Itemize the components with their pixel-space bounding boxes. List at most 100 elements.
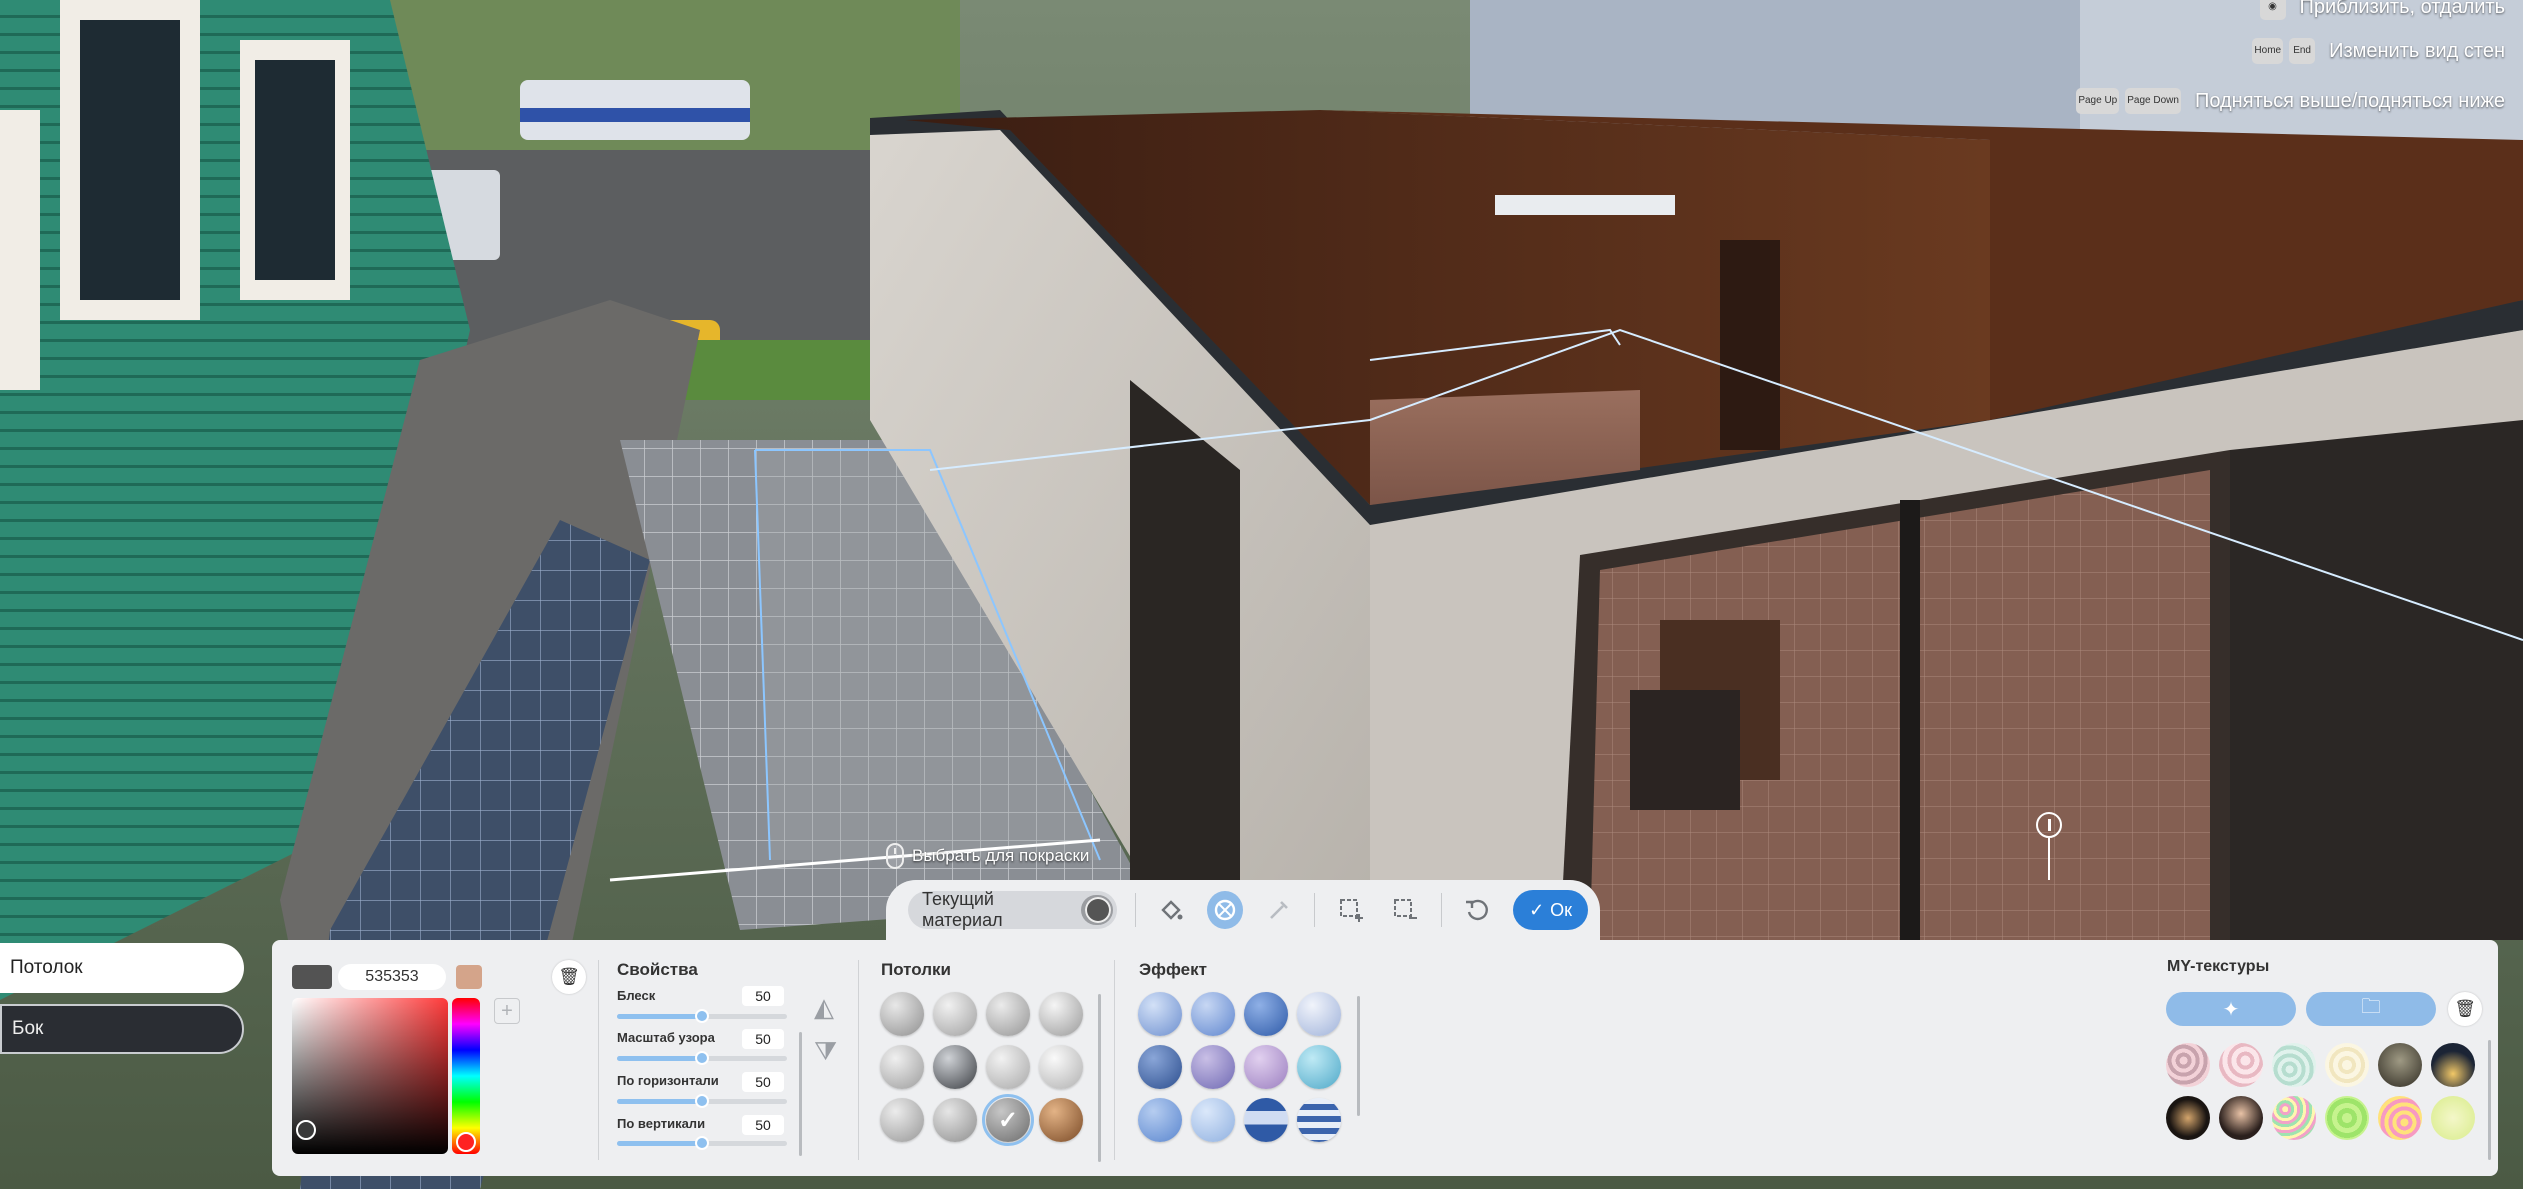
picker-handle[interactable]: [296, 1120, 316, 1140]
current-material-toggle[interactable]: Текущий материал: [908, 889, 1117, 930]
gloss-slider[interactable]: [617, 1009, 787, 1023]
texture-thumb-11[interactable]: [2378, 1096, 2422, 1140]
ceiling-material-2[interactable]: [933, 992, 977, 1036]
color-picker-area[interactable]: [292, 998, 448, 1154]
location-pin-icon[interactable]: [2036, 812, 2062, 838]
divider: [1440, 893, 1442, 927]
vertical-label: По вертикали: [617, 1116, 706, 1131]
ceiling-material-4[interactable]: [1039, 992, 1083, 1036]
sparkle-icon: ✦: [2222, 998, 2240, 1021]
page-up-key: Page Up: [2076, 88, 2120, 114]
page-down-key: Page Down: [2125, 88, 2181, 114]
vertical-value[interactable]: 50: [742, 1115, 784, 1135]
ceiling-material-12[interactable]: [1039, 1098, 1083, 1142]
divider: [1114, 960, 1115, 1160]
divider: [1314, 893, 1316, 927]
effect-7[interactable]: [1244, 1045, 1288, 1089]
undo-icon[interactable]: [1459, 891, 1495, 929]
texture-thumb-1[interactable]: [2166, 1043, 2210, 1087]
ceiling-material-10[interactable]: [933, 1098, 977, 1142]
divider: [1134, 893, 1136, 927]
texture-thumb-3[interactable]: [2272, 1043, 2316, 1087]
add-selection-icon[interactable]: [1333, 891, 1369, 929]
pattern-scale-value[interactable]: 50: [742, 1029, 784, 1049]
effect-5[interactable]: [1138, 1045, 1182, 1089]
ceiling-material-7[interactable]: [986, 1045, 1030, 1089]
texture-thumb-10[interactable]: [2325, 1096, 2369, 1140]
side-tab-ceiling[interactable]: Потолок: [0, 943, 244, 993]
ceiling-material-selected[interactable]: ✓: [982, 1094, 1034, 1146]
texture-thumb-8[interactable]: [2219, 1096, 2263, 1140]
texture-thumb-6[interactable]: [2431, 1043, 2475, 1087]
texture-thumb-9[interactable]: [2272, 1096, 2316, 1140]
hue-handle[interactable]: [456, 1132, 476, 1152]
paint-toolbar: Текущий материал ✓ Ок: [886, 880, 1600, 940]
toggle-switch[interactable]: [1080, 895, 1113, 925]
mouse-icon: [886, 843, 904, 869]
effect-3[interactable]: [1244, 992, 1288, 1036]
check-icon: ✓: [1529, 899, 1545, 920]
import-texture-button[interactable]: 🗀: [2306, 992, 2436, 1026]
ai-generate-texture-button[interactable]: ✦: [2166, 992, 2296, 1026]
effect-2[interactable]: [1191, 992, 1235, 1036]
effect-11[interactable]: [1244, 1098, 1288, 1142]
mouse-wheel-icon: ◉: [2259, 0, 2286, 20]
pattern-scale-slider[interactable]: [617, 1051, 787, 1065]
hue-slider[interactable]: [452, 998, 480, 1154]
texture-thumb-12[interactable]: [2431, 1096, 2475, 1140]
ceilings-title: Потолки: [881, 960, 952, 979]
ceiling-material-8[interactable]: [1039, 1045, 1083, 1089]
delete-color-icon[interactable]: 🗑: [552, 960, 586, 994]
vertical-slider[interactable]: [617, 1136, 787, 1150]
effect-6[interactable]: [1191, 1045, 1235, 1089]
eyedropper-icon[interactable]: [1261, 891, 1297, 929]
ceiling-material-5[interactable]: [880, 1045, 924, 1089]
effect-8[interactable]: [1297, 1045, 1341, 1089]
texture-thumb-7[interactable]: [2166, 1096, 2210, 1140]
flip-vertical-icon[interactable]: ◭: [814, 992, 834, 1023]
texture-thumb-5[interactable]: [2378, 1043, 2422, 1087]
paint-all-icon[interactable]: [1207, 891, 1243, 929]
properties-scrollbar[interactable]: [799, 1032, 802, 1156]
effect-1[interactable]: [1138, 992, 1182, 1036]
texture-thumb-2[interactable]: [2219, 1043, 2263, 1087]
effect-9[interactable]: [1138, 1098, 1182, 1142]
ceiling-material-1[interactable]: [880, 992, 924, 1036]
current-color-swatch[interactable]: [292, 965, 332, 989]
check-icon: ✓: [997, 1106, 1019, 1134]
horizontal-slider[interactable]: [617, 1094, 787, 1108]
my-textures-scrollbar[interactable]: [2488, 1040, 2491, 1160]
hint-wall-view: Home End Изменить вид стен: [2252, 38, 2505, 64]
delete-texture-icon[interactable]: 🗑: [2448, 992, 2482, 1026]
folder-icon: 🗀: [2361, 996, 2381, 1018]
material-panel: 535353 🗑 + Свойства Блеск 50 Масштаб узо…: [272, 940, 2498, 1176]
pattern-scale-label: Масштаб узора: [617, 1030, 715, 1045]
ok-button[interactable]: ✓ Ок: [1513, 890, 1589, 930]
effect-12[interactable]: [1297, 1098, 1341, 1142]
side-tab-side[interactable]: Бок: [0, 1004, 244, 1054]
effect-4[interactable]: [1297, 992, 1341, 1036]
my-textures-title: MY-текстуры: [2167, 958, 2270, 975]
paint-bucket-icon[interactable]: [1154, 891, 1190, 929]
gloss-label: Блеск: [617, 988, 656, 1003]
gloss-value[interactable]: 50: [742, 986, 784, 1006]
hint-zoom: ◉ Приблизить, отдалить: [2259, 0, 2505, 20]
ceiling-material-6[interactable]: [933, 1045, 977, 1089]
divider: [598, 960, 599, 1160]
ceiling-material-3[interactable]: [986, 992, 1030, 1036]
horizontal-label: По горизонтали: [617, 1073, 719, 1088]
flip-horizontal-icon[interactable]: ⧩: [814, 1036, 837, 1068]
texture-thumb-4[interactable]: [2325, 1043, 2369, 1087]
effect-title: Эффект: [1139, 960, 1207, 979]
effect-10[interactable]: [1191, 1098, 1235, 1142]
secondary-color-swatch[interactable]: [456, 965, 482, 989]
add-color-icon[interactable]: +: [494, 998, 520, 1024]
effect-scrollbar[interactable]: [1357, 996, 1360, 1116]
ceiling-material-9[interactable]: [880, 1098, 924, 1142]
ceilings-scrollbar[interactable]: [1098, 994, 1101, 1162]
horizontal-value[interactable]: 50: [742, 1072, 784, 1092]
properties-title: Свойства: [617, 960, 698, 979]
hex-input[interactable]: 535353: [338, 964, 446, 990]
remove-selection-icon[interactable]: [1387, 891, 1423, 929]
end-key: End: [2289, 38, 2316, 64]
